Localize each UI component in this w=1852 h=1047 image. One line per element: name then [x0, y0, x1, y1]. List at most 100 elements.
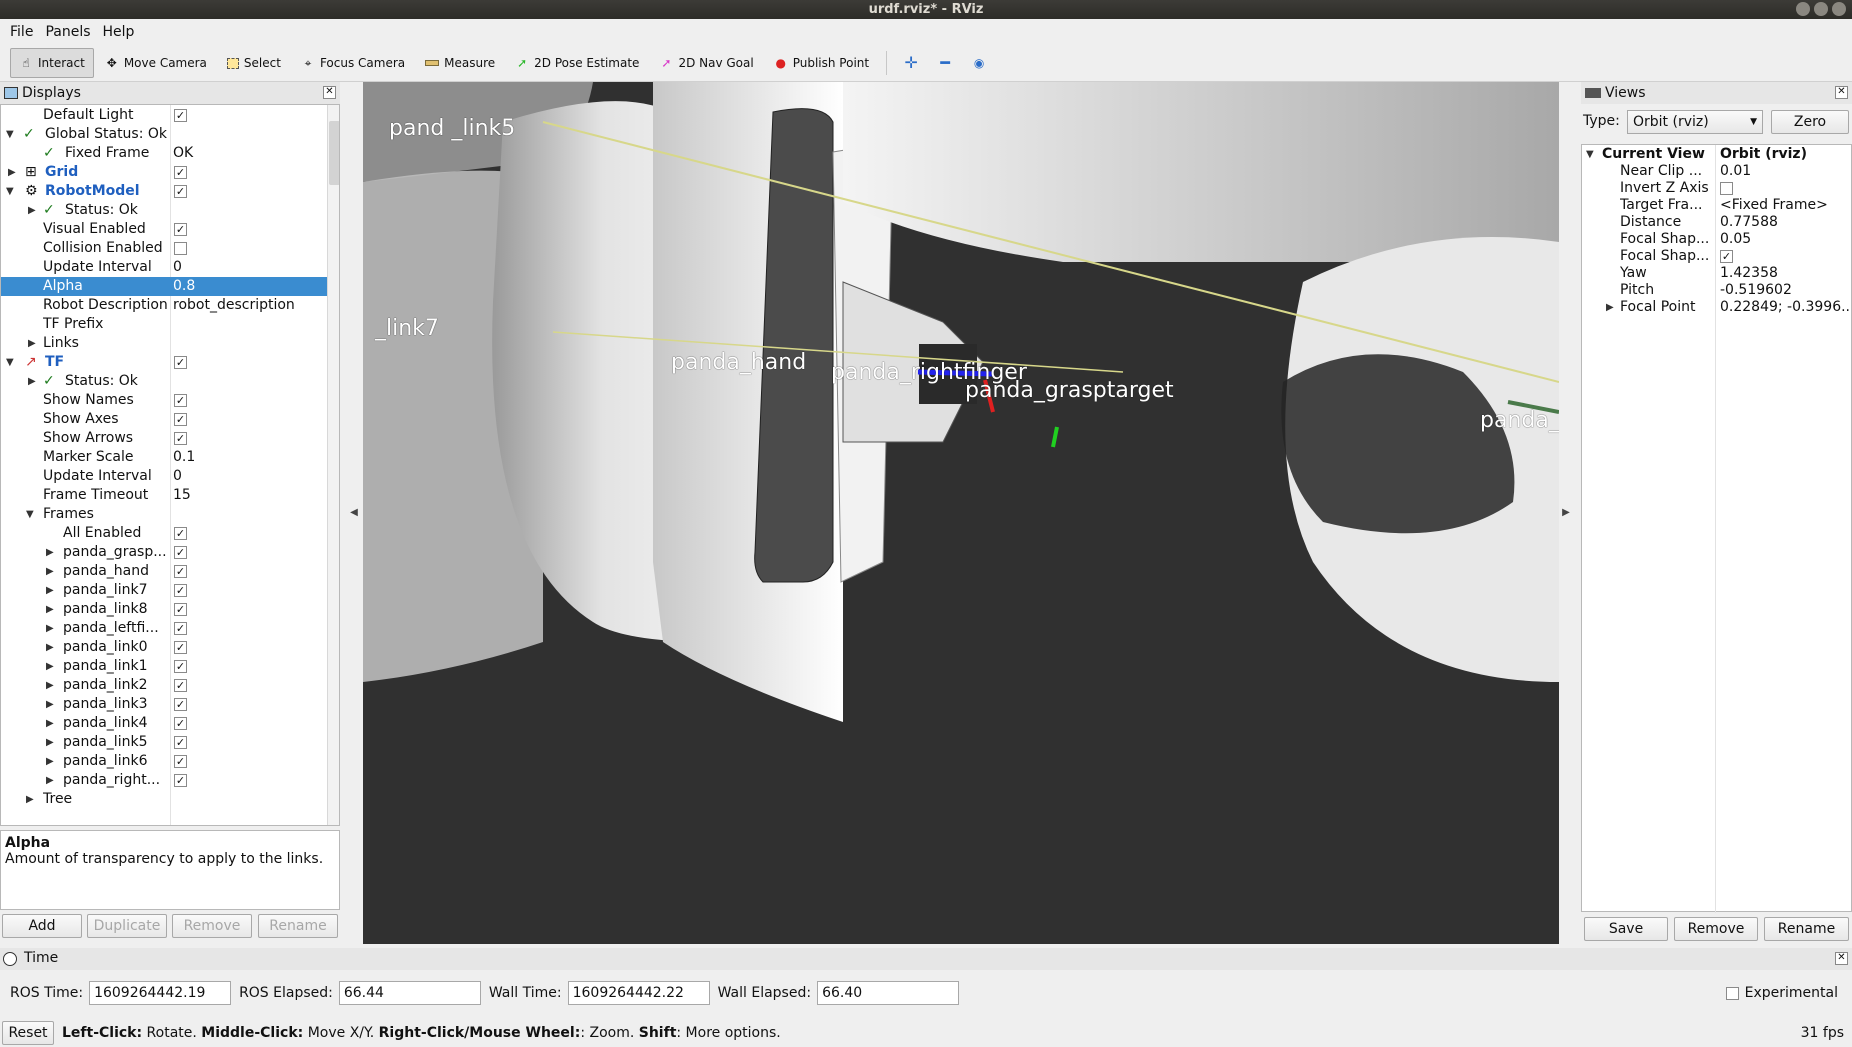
maximize-icon[interactable] — [1814, 2, 1828, 16]
menu-help[interactable]: Help — [97, 24, 141, 40]
tree-row[interactable]: ▶ Links — [1, 334, 327, 353]
expand-arrow-icon[interactable]: ▶ — [46, 581, 54, 600]
tree-row[interactable]: Visual Enabled ✓ — [1, 220, 327, 239]
interact-tool-button[interactable]: ☝ Interact — [10, 48, 94, 78]
tree-row[interactable]: ▶ panda_link8 ✓ — [1, 600, 327, 619]
checkbox[interactable]: ✓ — [174, 755, 187, 768]
view-row[interactable]: Yaw 1.42358 — [1582, 265, 1851, 282]
tree-row[interactable]: ▶ Tree — [1, 790, 327, 809]
close-panel-icon[interactable]: ✕ — [1835, 952, 1848, 965]
add-display-button[interactable]: Add — [2, 914, 82, 938]
tree-row[interactable]: ▶ panda_right... ✓ — [1, 771, 327, 790]
wall-time-field[interactable]: 1609264442.22 — [567, 981, 710, 1005]
checkbox[interactable]: ✓ — [174, 394, 187, 407]
close-icon[interactable] — [1832, 2, 1846, 16]
checkbox[interactable]: ✓ — [174, 736, 187, 749]
wall-elapsed-field[interactable]: 66.40 — [817, 981, 960, 1005]
collapse-arrow-icon[interactable]: ▼ — [6, 182, 14, 201]
checkbox[interactable]: ✓ — [174, 603, 187, 616]
tree-row[interactable]: Show Arrows ✓ — [1, 429, 327, 448]
checkbox[interactable]: ✓ — [174, 166, 187, 179]
expand-arrow-icon[interactable]: ▶ — [46, 657, 54, 676]
tree-row[interactable]: Marker Scale 0.1 — [1, 448, 327, 467]
tree-row[interactable]: ▶ panda_hand ✓ — [1, 562, 327, 581]
checkbox[interactable]: ✓ — [174, 527, 187, 540]
tree-row[interactable]: ▼ ⚙ RobotModel ✓ — [1, 182, 327, 201]
checkbox[interactable]: ✓ — [174, 223, 187, 236]
checkbox[interactable]: ✓ — [174, 641, 187, 654]
tree-row[interactable]: ▶ panda_link3 ✓ — [1, 695, 327, 714]
checkbox[interactable]: ✓ — [174, 774, 187, 787]
ros-elapsed-field[interactable]: 66.44 — [338, 981, 481, 1005]
expand-arrow-icon[interactable]: ▶ — [46, 733, 54, 752]
tree-row[interactable]: ▶ panda_link1 ✓ — [1, 657, 327, 676]
tree-row[interactable]: Default Light ✓ — [1, 106, 327, 125]
checkbox[interactable]: ✓ — [174, 584, 187, 597]
checkbox[interactable]: ✓ — [174, 679, 187, 692]
view-type-select[interactable]: Orbit (rviz) ▼ — [1627, 110, 1763, 134]
expand-arrow-icon[interactable]: ▶ — [46, 638, 54, 657]
view-row[interactable]: Pitch -0.519602 — [1582, 282, 1851, 299]
tree-row[interactable]: ▶ panda_link5 ✓ — [1, 733, 327, 752]
tool-properties-button[interactable]: ◉ — [963, 48, 995, 78]
expand-arrow-icon[interactable]: ▶ — [46, 752, 54, 771]
checkbox[interactable]: ✓ — [174, 660, 187, 673]
tree-row[interactable]: ▶ panda_link0 ✓ — [1, 638, 327, 657]
tree-row[interactable]: ▶ ⊞ Grid ✓ — [1, 163, 327, 182]
tree-row[interactable]: ▼ Frames — [1, 505, 327, 524]
ros-time-field[interactable]: 1609264442.19 — [89, 981, 232, 1005]
right-splitter[interactable]: ▶ — [1561, 82, 1571, 944]
checkbox[interactable] — [1725, 986, 1739, 1000]
scrollbar-thumb[interactable] — [329, 121, 339, 185]
view-row[interactable]: Target Fra... <Fixed Frame> — [1582, 197, 1851, 214]
move-camera-button[interactable]: ✥ Move Camera — [96, 48, 216, 78]
zero-view-button[interactable]: Zero — [1771, 110, 1849, 134]
checkbox[interactable]: ✓ — [174, 717, 187, 730]
tree-row[interactable]: Robot Description robot_description — [1, 296, 327, 315]
tree-row[interactable]: Frame Timeout 15 — [1, 486, 327, 505]
collapse-arrow-icon[interactable]: ▼ — [6, 353, 14, 372]
reset-button[interactable]: Reset — [2, 1020, 54, 1045]
view-row[interactable]: Focal Shap... ✓ — [1582, 248, 1851, 265]
expand-arrow-icon[interactable]: ▶ — [46, 714, 54, 733]
select-button[interactable]: Select — [218, 48, 290, 78]
rename-view-button[interactable]: Rename — [1764, 917, 1849, 941]
tree-row[interactable]: ▶ panda_link4 ✓ — [1, 714, 327, 733]
remove-tool-button[interactable]: ━ — [929, 48, 961, 78]
checkbox[interactable]: ✓ — [174, 698, 187, 711]
tree-row[interactable]: TF Prefix — [1, 315, 327, 334]
close-panel-icon[interactable]: ✕ — [1835, 86, 1848, 99]
checkbox[interactable]: ✓ — [174, 622, 187, 635]
checkbox[interactable]: ✓ — [1720, 250, 1733, 263]
checkbox[interactable]: ✓ — [174, 565, 187, 578]
view-row[interactable]: Near Clip ... 0.01 — [1582, 163, 1851, 180]
menu-file[interactable]: File — [4, 24, 39, 40]
checkbox[interactable]: ✓ — [174, 432, 187, 445]
tree-row[interactable]: ▶ panda_link7 ✓ — [1, 581, 327, 600]
expand-arrow-icon[interactable]: ▶ — [46, 543, 54, 562]
view-row[interactable]: ▼ Current View Orbit (rviz) — [1582, 146, 1851, 163]
expand-arrow-icon[interactable]: ▶ — [46, 771, 54, 790]
save-view-button[interactable]: Save — [1584, 917, 1668, 941]
displays-scrollbar[interactable] — [327, 105, 339, 825]
pose-estimate-button[interactable]: ➚ 2D Pose Estimate — [506, 48, 648, 78]
render-viewport[interactable]: pand _link5 _link7 panda_hand panda_righ… — [363, 82, 1559, 944]
view-row[interactable]: Focal Shap... 0.05 — [1582, 231, 1851, 248]
expand-arrow-icon[interactable]: ▶ — [46, 695, 54, 714]
left-splitter[interactable]: ◀ — [349, 82, 359, 944]
checkbox[interactable] — [1720, 182, 1733, 195]
expand-arrow-icon[interactable]: ▶ — [28, 334, 36, 353]
view-row[interactable]: ▶ Focal Point 0.22849; -0.3996... — [1582, 299, 1851, 316]
expand-arrow-icon[interactable]: ▶ — [46, 676, 54, 695]
expand-arrow-icon[interactable]: ▶ — [46, 562, 54, 581]
menu-panels[interactable]: Panels — [39, 24, 96, 40]
collapse-arrow-icon[interactable]: ▼ — [26, 505, 34, 524]
measure-button[interactable]: Measure — [416, 48, 504, 78]
checkbox[interactable]: ✓ — [174, 546, 187, 559]
tree-row[interactable]: Show Axes ✓ — [1, 410, 327, 429]
publish-point-button[interactable]: ● Publish Point — [765, 48, 878, 78]
checkbox[interactable]: ✓ — [174, 356, 187, 369]
tree-row[interactable]: ▼ ↗ TF ✓ — [1, 353, 327, 372]
duplicate-display-button[interactable]: Duplicate — [87, 914, 167, 938]
focus-camera-button[interactable]: ⌖ Focus Camera — [292, 48, 414, 78]
